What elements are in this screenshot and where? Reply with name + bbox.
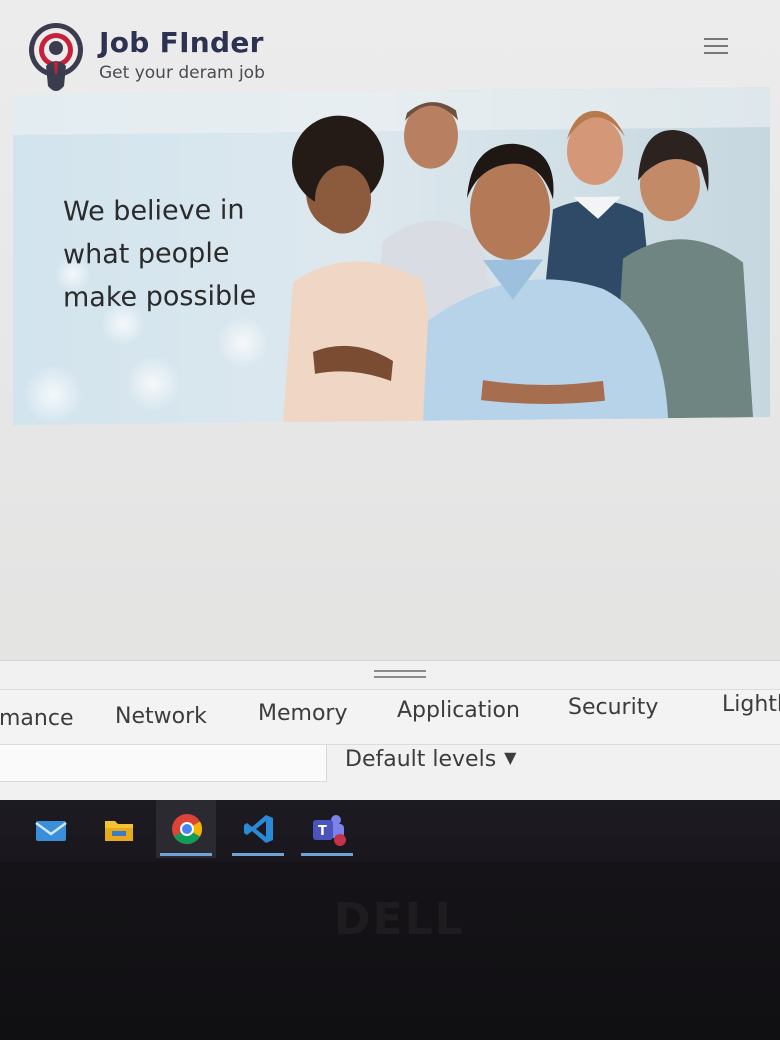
caret-down-icon: ▼ xyxy=(504,748,517,767)
running-app-indicator xyxy=(301,853,353,856)
console-filter-row: Default levels ▼ xyxy=(0,745,780,785)
hero-line-2: what people xyxy=(63,237,230,271)
console-filter-input[interactable] xyxy=(0,745,327,782)
location-pin-person-icon[interactable] xyxy=(24,22,88,96)
mail-icon xyxy=(35,821,67,841)
default-levels-label: Default levels xyxy=(345,747,497,772)
hero-banner: We believe in what people make possible xyxy=(13,87,770,426)
svg-text:T: T xyxy=(318,824,327,839)
tab-performance[interactable]: mance xyxy=(0,706,74,731)
site-title[interactable]: Job FInder xyxy=(99,26,264,59)
taskbar-chrome[interactable] xyxy=(156,800,216,858)
chrome-icon xyxy=(172,814,203,845)
taskbar-teams[interactable]: T xyxy=(297,800,357,858)
vscode-icon xyxy=(244,815,273,843)
tab-application[interactable]: Application xyxy=(397,698,520,723)
laptop-bezel: DELL xyxy=(0,862,780,1040)
hero-headline: We believe in what people make possible xyxy=(63,188,313,320)
hero-line-1: We believe in xyxy=(63,194,245,228)
tab-security[interactable]: Security xyxy=(568,695,658,720)
hamburger-menu-icon[interactable] xyxy=(704,38,728,56)
tab-memory[interactable]: Memory xyxy=(258,701,347,726)
windows-taskbar: T xyxy=(0,800,780,862)
file-explorer-icon xyxy=(105,821,133,841)
running-app-indicator xyxy=(232,853,284,856)
taskbar-file-explorer[interactable] xyxy=(88,800,148,858)
taskbar-vscode[interactable] xyxy=(228,800,288,858)
active-app-indicator xyxy=(160,853,212,856)
devtools-panel: mance Network Memory Application Securit… xyxy=(0,660,780,800)
site-tagline: Get your deram job xyxy=(99,63,265,83)
taskbar-mail[interactable] xyxy=(20,800,80,858)
devtools-resize-handle[interactable] xyxy=(374,670,426,678)
default-levels-dropdown[interactable]: Default levels ▼ xyxy=(345,747,516,772)
dell-logo: DELL xyxy=(334,894,465,945)
hero-line-3: make possible xyxy=(63,280,257,314)
tab-network[interactable]: Network xyxy=(115,704,207,729)
tab-lighthouse[interactable]: Lightl xyxy=(722,692,780,717)
browser-viewport: Job FInder Get your deram job We believe… xyxy=(0,0,780,800)
devtools-tab-bar: mance Network Memory Application Securit… xyxy=(0,689,780,745)
site-header: Job FInder Get your deram job xyxy=(0,0,780,96)
teams-icon: T xyxy=(313,815,346,846)
